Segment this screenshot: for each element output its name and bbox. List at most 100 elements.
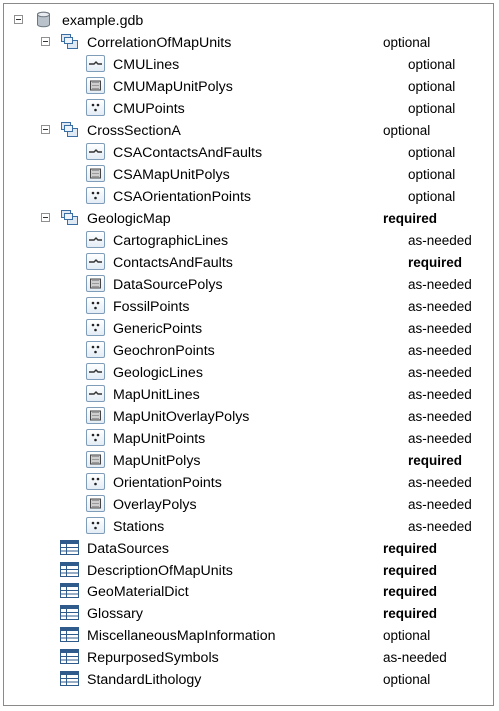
requirement-status: required <box>383 562 438 578</box>
requirement-status: optional <box>408 100 456 116</box>
line-feature-class-icon <box>86 362 105 380</box>
tree-row-cross-section-a[interactable]: CrossSectionA optional <box>4 120 495 142</box>
tree-row-standard-lithology[interactable]: StandardLithology optional <box>4 669 495 691</box>
point-feature-class-icon <box>86 296 105 314</box>
tree-row-map-unit-overlay-polys[interactable]: MapUnitOverlayPolys as-needed <box>4 406 495 428</box>
tree-row-generic-points[interactable]: GenericPoints as-needed <box>4 318 495 340</box>
tree-item-label: MapUnitOverlayPolys <box>113 408 250 425</box>
tree-row-stations[interactable]: Stations as-needed <box>4 516 495 538</box>
tree-item-label: GeoMaterialDict <box>87 584 189 601</box>
tree-item-label: Stations <box>113 518 165 535</box>
point-feature-class-icon <box>86 516 105 534</box>
collapse-toggle-icon[interactable] <box>41 212 50 222</box>
requirement-status: required <box>383 606 438 622</box>
database-icon <box>34 11 53 28</box>
line-feature-class-icon <box>86 142 105 160</box>
tree-item-label: OverlayPolys <box>113 496 197 513</box>
point-feature-class-icon <box>86 318 105 336</box>
requirement-status: optional <box>408 78 456 94</box>
point-feature-class-icon <box>86 340 105 358</box>
line-feature-class-icon <box>86 230 105 248</box>
polygon-feature-class-icon <box>86 450 105 468</box>
table-icon <box>60 561 79 578</box>
collapse-toggle-icon[interactable] <box>41 124 50 134</box>
line-feature-class-icon <box>86 252 105 270</box>
requirement-status: optional <box>383 122 431 138</box>
requirement-status: as-needed <box>408 320 472 336</box>
tree-row-map-unit-lines[interactable]: MapUnitLines as-needed <box>4 384 495 406</box>
tree-row-csamap-unit-polys[interactable]: CSAMapUnitPolys optional <box>4 164 495 186</box>
tree-row-correlation-of-map-units[interactable]: CorrelationOfMapUnits optional <box>4 32 495 54</box>
tree-item-label: GeologicLines <box>113 364 203 381</box>
tree-row-cmulines[interactable]: CMULines optional <box>4 54 495 76</box>
tree-row-geologic-map[interactable]: GeologicMap required <box>4 208 495 230</box>
tree-row-overlay-polys[interactable]: OverlayPolys as-needed <box>4 494 495 516</box>
tree-row-glossary[interactable]: Glossary required <box>4 603 495 625</box>
requirement-status: optional <box>383 628 431 644</box>
tree-row-repurposed-symbols[interactable]: RepurposedSymbols as-needed <box>4 647 495 669</box>
tree-item-label: GeologicMap <box>87 210 171 227</box>
polygon-feature-class-icon <box>86 494 105 512</box>
catalog-tree-panel: example.gdb CorrelationOfMapUnits optional… <box>3 3 494 706</box>
tree-row-geologic-lines[interactable]: GeologicLines as-needed <box>4 362 495 384</box>
tree-item-label: DescriptionOfMapUnits <box>87 562 233 579</box>
tree-row-map-unit-polys[interactable]: MapUnitPolys required <box>4 450 495 472</box>
tree-item-label: DataSourcePolys <box>113 276 223 293</box>
table-icon <box>60 539 79 556</box>
tree-item-label: CartographicLines <box>113 232 229 249</box>
collapse-toggle-icon[interactable] <box>14 15 23 24</box>
tree-item-label: CSAOrientationPoints <box>113 188 252 205</box>
requirement-status: required <box>383 210 438 226</box>
tree-item-label: StandardLithology <box>87 672 202 689</box>
tree-item-label: Glossary <box>87 606 143 623</box>
tree-row-map-unit-points[interactable]: MapUnitPoints as-needed <box>4 428 495 450</box>
polygon-feature-class-icon <box>86 274 105 292</box>
tree-row-data-sources[interactable]: DataSources required <box>4 538 495 560</box>
point-feature-class-icon <box>86 472 105 490</box>
tree-item-label: MiscellaneousMapInformation <box>87 628 276 645</box>
tree-row-orientation-points[interactable]: OrientationPoints as-needed <box>4 472 495 494</box>
tree-row-geochron-points[interactable]: GeochronPoints as-needed <box>4 340 495 362</box>
tree-row-cmumap-unit-polys[interactable]: CMUMapUnitPolys optional <box>4 76 495 98</box>
requirement-status: optional <box>383 34 431 50</box>
tree-item-label: MapUnitLines <box>113 386 200 403</box>
tree-row-geo-material-dict[interactable]: GeoMaterialDict required <box>4 581 495 603</box>
tree-row-cmupoints[interactable]: CMUPoints optional <box>4 98 495 120</box>
tree-item-label: CrossSectionA <box>87 122 181 139</box>
requirement-status: required <box>408 254 463 270</box>
requirement-status: as-needed <box>408 474 472 490</box>
tree-item-label: GenericPoints <box>113 320 203 337</box>
requirement-status: required <box>383 584 438 600</box>
tree-item-label: CorrelationOfMapUnits <box>87 34 232 51</box>
tree-item-label: DataSources <box>87 540 170 557</box>
tree-row-csacontacts-and-faults[interactable]: CSAContactsAndFaults optional <box>4 142 495 164</box>
table-icon <box>60 604 79 621</box>
requirement-status: optional <box>408 56 456 72</box>
tree-row-contacts-and-faults[interactable]: ContactsAndFaults required <box>4 252 495 274</box>
tree-row-data-source-polys[interactable]: DataSourcePolys as-needed <box>4 274 495 296</box>
tree-row-csaorientation-points[interactable]: CSAOrientationPoints optional <box>4 186 495 208</box>
tree-row-description-of-map-units[interactable]: DescriptionOfMapUnits required <box>4 560 495 582</box>
point-feature-class-icon <box>86 186 105 204</box>
point-feature-class-icon <box>86 98 105 116</box>
table-icon <box>60 582 79 599</box>
collapse-toggle-icon[interactable] <box>41 36 50 46</box>
requirement-status: as-needed <box>408 364 472 380</box>
feature-dataset-icon <box>60 121 79 138</box>
requirement-status: required <box>408 452 463 468</box>
requirement-status: optional <box>408 144 456 160</box>
tree-row-example-gdb[interactable]: example.gdb <box>4 10 495 32</box>
polygon-feature-class-icon <box>86 406 105 424</box>
tree-item-label: CMULines <box>113 56 180 73</box>
requirement-status: as-needed <box>408 386 472 402</box>
tree-item-label: CMUPoints <box>113 100 185 117</box>
requirement-status: optional <box>408 166 456 182</box>
feature-dataset-icon <box>60 209 79 226</box>
tree-row-miscellaneous-map-information[interactable]: MiscellaneousMapInformation optional <box>4 625 495 647</box>
requirement-status: as-needed <box>408 518 472 534</box>
tree-item-label: example.gdb <box>62 13 144 29</box>
requirement-status: as-needed <box>408 430 472 446</box>
tree-row-fossil-points[interactable]: FossilPoints as-needed <box>4 296 495 318</box>
tree-item-label: GeochronPoints <box>113 342 215 359</box>
tree-row-cartographic-lines[interactable]: CartographicLines as-needed <box>4 230 495 252</box>
